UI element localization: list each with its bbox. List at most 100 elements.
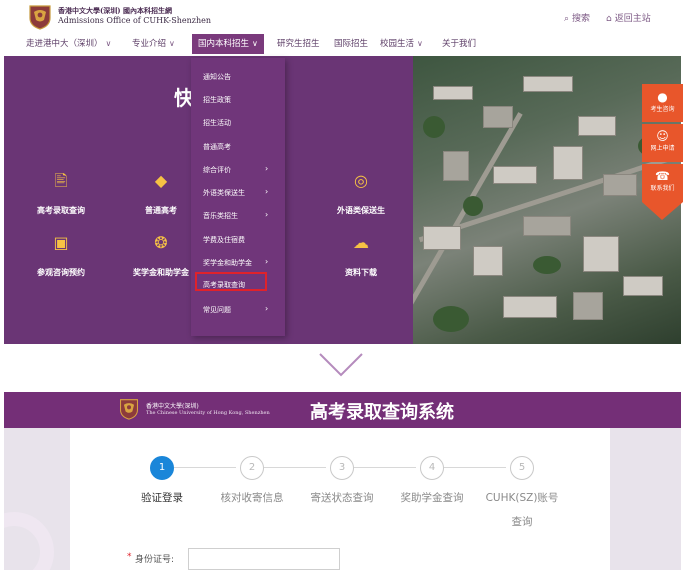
dropdown-item-comprehensive[interactable]: 综合评价 [203, 165, 231, 175]
step-3-indicator: 3 [330, 456, 354, 480]
nav-item-about-cuhksz[interactable]: 走进港中大（深圳） ∨ [26, 34, 111, 54]
query-system-title: 高考录取查询系统 [310, 402, 454, 423]
nav-label: 国内本科招生 [198, 39, 250, 49]
dropdown-item-fees[interactable]: 学费及住宿费 [203, 235, 245, 245]
dropdown-item-gaokao-result[interactable]: 高考录取查询 [203, 280, 245, 290]
nav-label: 校园生活 [380, 39, 415, 49]
contact-label: 联系我们 [650, 185, 675, 192]
step-2-label: 核对收寄信息 [220, 492, 284, 504]
decorative-ring [4, 512, 54, 570]
dropdown-item-events[interactable]: 招生活动 [203, 118, 231, 128]
dropdown-item-notices[interactable]: 通知公告 [203, 72, 231, 82]
side-widget-tail [642, 202, 683, 220]
dropdown-item-language-recommend[interactable]: 外语类保送生 [203, 188, 245, 198]
chevron-right-icon: › [265, 164, 269, 173]
home-icon: ⌂ [606, 14, 612, 24]
nav-label: 走进港中大（深圳） [26, 39, 103, 49]
consult-label: 考生咨询 [650, 106, 675, 113]
search-link[interactable]: ⌕ 搜索 [564, 11, 590, 24]
cuhk-crest-icon [120, 399, 138, 420]
dropdown-item-faq[interactable]: 常见问题 [203, 305, 231, 315]
cuhk-crest-icon[interactable] [28, 4, 52, 30]
tag-icon: ◆ [154, 171, 168, 190]
step-1-label: 验证登录 [141, 492, 183, 504]
nav-label: 专业介绍 [132, 39, 167, 49]
id-number-label: 身份证号: [135, 555, 175, 565]
step-4-label: 奖助学金查询 [400, 492, 464, 504]
step-5-indicator: 5 [510, 456, 534, 480]
chevron-down-icon: ∨ [169, 39, 175, 48]
dropdown-item-scholarship[interactable]: 奖学金和助学金 [203, 258, 252, 268]
chevron-down-icon: ∨ [252, 39, 258, 48]
contact-button[interactable]: ☎ 联系我们 [642, 164, 683, 202]
nav-label: 关于我们 [442, 39, 477, 49]
query-logo-title-en: The Chinese University of Hong Kong, She… [146, 410, 270, 416]
chevron-down-icon: ∨ [105, 39, 112, 48]
dropdown-item-regular-gaokao[interactable]: 普通高考 [203, 142, 231, 152]
nav-item-campus-life[interactable]: 校园生活 ∨ [380, 34, 423, 54]
nav-item-about-us[interactable]: 关于我们 [442, 34, 476, 54]
search-label: 搜索 [572, 14, 591, 24]
nav-item-domestic-undergrad[interactable]: 国内本科招生 ∨ [192, 34, 264, 54]
chevron-right-icon: › [265, 210, 269, 219]
quick-link-label: 资料下载 [345, 268, 377, 277]
quick-link-label: 普通高考 [145, 206, 177, 215]
chevron-right-icon: › [265, 187, 269, 196]
apply-label: 网上申请 [650, 145, 675, 152]
nav-item-postgraduate[interactable]: 研究生招生 [277, 34, 320, 54]
home-link[interactable]: ⌂ 返回主站 [606, 11, 651, 24]
quick-link-scholarship[interactable]: ❂ 奖学金和助学金 [124, 234, 198, 279]
required-mark: * [127, 552, 132, 562]
quick-link-label: 高考录取查询 [37, 206, 85, 215]
site-header: 香港中文大學(深圳) 國內本科招生網 Admissions Office of … [0, 0, 683, 36]
apply-online-button[interactable]: ☺ 网上申请 [642, 124, 683, 162]
nav-item-international[interactable]: 国际招生 [334, 34, 368, 54]
step-5-label-line2: 查询 [511, 516, 533, 528]
dropdown-item-music[interactable]: 音乐类招生 [203, 211, 238, 221]
chat-icon: ● [657, 90, 668, 104]
main-nav: 走进港中大（深圳） ∨ 专业介绍 ∨ 国内本科招生 ∨ 研究生招生 国际招生 校园生活… [0, 34, 683, 54]
quick-link-language-recommend[interactable]: ◎ 外语类保送生 [324, 172, 398, 217]
quick-link-label: 参观咨询预约 [37, 268, 85, 277]
step-connector [264, 467, 326, 468]
quick-link-regular-gaokao[interactable]: ◆ 普通高考 [124, 172, 198, 217]
step-connector [354, 467, 416, 468]
query-form-card: 1 2 3 4 5 验证登录 核对收寄信息 寄送状态查询 奖助学金查询 CUHK… [70, 428, 610, 570]
chevron-right-icon: › [265, 304, 269, 313]
nav-label: 国际招生 [334, 39, 369, 49]
step-5-label: CUHK(SZ)账号 [485, 492, 559, 504]
step-3-label: 寄送状态查询 [310, 492, 374, 504]
step-1-indicator: 1 [150, 456, 174, 480]
medal-icon: ❂ [154, 233, 168, 252]
chevron-down-icon: ∨ [417, 39, 423, 48]
id-number-input[interactable] [188, 548, 340, 570]
nav-item-programmes[interactable]: 专业介绍 ∨ [132, 34, 175, 54]
globe-icon: ◎ [354, 171, 368, 190]
step-connector [174, 467, 236, 468]
quick-link-downloads[interactable]: ☁ 资料下载 [324, 234, 398, 279]
home-label: 返回主站 [614, 14, 651, 24]
document-icon: 🖹 [54, 171, 68, 190]
user-icon: ☺ [656, 129, 669, 143]
quick-link-visit-booking[interactable]: ▣ 参观咨询预约 [24, 234, 98, 279]
quick-link-gaokao-result[interactable]: 🖹 高考录取查询 [24, 172, 98, 217]
query-logo-title-cn: 香港中文大學(深圳) [146, 403, 199, 410]
hero-banner: 快 🖹 高考录取查询 ◆ 普通高考 ◎ 外语类保送生 ▣ 参观咨询预约 ❂ 奖学… [4, 56, 681, 344]
step-4-indicator: 4 [420, 456, 444, 480]
calendar-icon: ▣ [53, 233, 69, 252]
cloud-download-icon: ☁ [353, 233, 369, 252]
chevron-right-icon: › [265, 257, 269, 266]
phone-icon: ☎ [655, 169, 670, 183]
campus-aerial-photo [413, 56, 681, 344]
consult-button[interactable]: ● 考生咨询 [642, 84, 683, 122]
query-system-header: 香港中文大學(深圳) The Chinese University of Hon… [4, 392, 681, 428]
nav-label: 研究生招生 [277, 39, 320, 49]
quick-link-label: 外语类保送生 [337, 206, 385, 215]
search-icon: ⌕ [564, 14, 570, 24]
step-2-indicator: 2 [240, 456, 264, 480]
dropdown-item-policy[interactable]: 招生政策 [203, 95, 231, 105]
chevron-down-icon [319, 353, 363, 377]
logo-title-en[interactable]: Admissions Office of CUHK-Shenzhen [58, 16, 211, 25]
logo-title-cn[interactable]: 香港中文大學(深圳) 國內本科招生網 [58, 6, 172, 16]
query-system-body: 1 2 3 4 5 验证登录 核对收寄信息 寄送状态查询 奖助学金查询 CUHK… [4, 428, 681, 570]
